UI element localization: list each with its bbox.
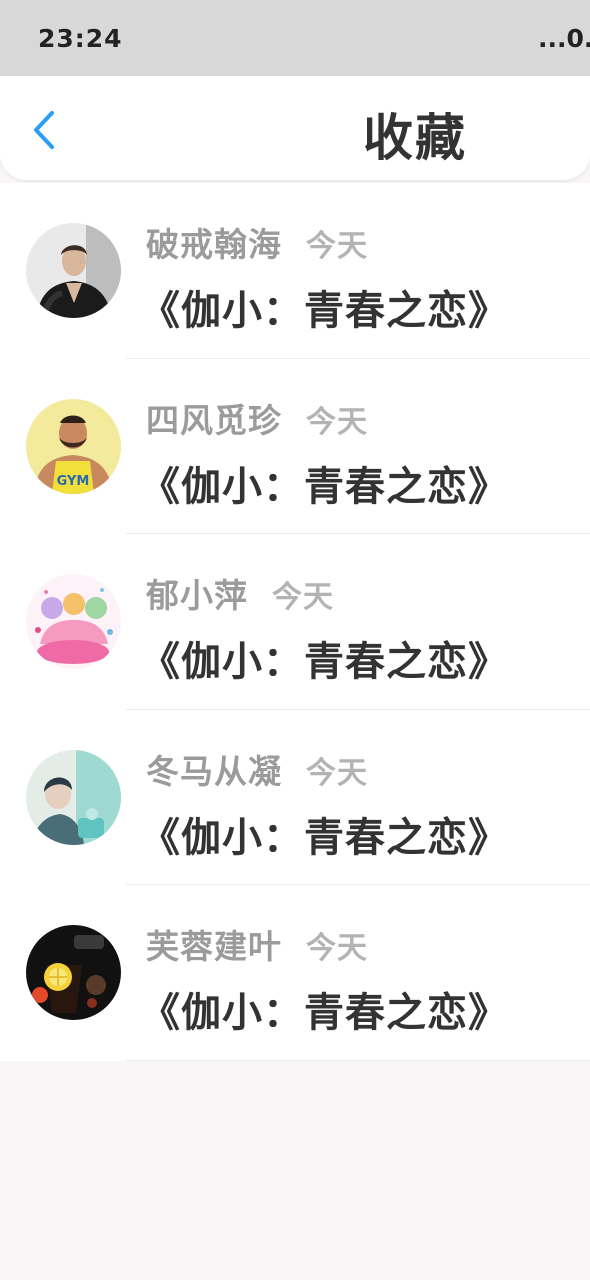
avatar[interactable] xyxy=(26,749,121,845)
favorites-screen: 23:24 ...0. 收藏 破戒翰海 今天 《伽小：青春之恋》 GYM 四风觅… xyxy=(0,0,590,1280)
favorites-list: 破戒翰海今天 《伽小：青春之恋》 GYM 四风觅珍今天 《伽小：青春之恋》 xyxy=(0,183,590,1061)
user-name: 芙蓉建叶 今天 xyxy=(146,920,368,968)
svg-text:GYM: GYM xyxy=(57,474,90,489)
avatar-teal-photo-image xyxy=(26,749,121,845)
navigation-bar: 收藏 xyxy=(0,76,590,180)
item-title: 《伽小：青春之恋》 xyxy=(140,639,509,686)
avatar-lemon-drink-image xyxy=(26,925,121,1021)
user-name: 破戒翰海 今天 xyxy=(146,218,368,266)
page-title: 收藏 xyxy=(363,109,467,167)
list-item[interactable]: GYM 四风觅珍 今天 《伽小：青春之恋》 xyxy=(0,359,590,535)
list-item[interactable]: 冬马从凝 今天 《伽小：青春之恋》 xyxy=(0,710,590,886)
divider xyxy=(126,1059,590,1061)
list-item[interactable]: 郁小萍 今天 《伽小：青春之恋》 xyxy=(0,534,590,710)
list-item[interactable]: 破戒翰海 今天 《伽小：青春之恋》 xyxy=(0,183,590,359)
user-name: 四风觅珍 今天 xyxy=(146,394,368,442)
user-name: 郁小萍 今天 xyxy=(146,569,334,617)
avatar[interactable] xyxy=(26,223,121,318)
item-title: 《伽小：青春之恋》 xyxy=(140,990,509,1037)
avatar-man-dark-image xyxy=(26,223,121,318)
status-bar: 23:24 ...0. xyxy=(0,0,590,76)
avatar[interactable] xyxy=(26,574,121,670)
status-indicators: ...0. xyxy=(538,24,590,53)
user-name-text: 郁小萍 xyxy=(146,576,248,616)
post-time: 今天 xyxy=(306,931,368,967)
user-name: 冬马从凝 今天 xyxy=(146,745,368,793)
user-name-text: 四风觅珍 xyxy=(146,400,282,440)
item-title: 《伽小：青春之恋》 xyxy=(140,288,509,334)
avatar[interactable]: GYM xyxy=(26,398,121,494)
post-time: 今天 xyxy=(272,580,334,616)
avatar-anime-girls-image xyxy=(26,574,121,670)
status-time: 23:24 xyxy=(38,24,123,53)
post-time: 今天 xyxy=(306,229,368,264)
list-item[interactable]: 芙蓉建叶 今天 《伽小：青春之恋》 xyxy=(0,885,590,1061)
user-name-text: 破戒翰海 xyxy=(146,225,282,264)
avatar-gym-man-image: GYM xyxy=(26,398,121,494)
post-time: 今天 xyxy=(306,755,368,791)
user-name-text: 冬马从凝 xyxy=(146,751,282,791)
item-title: 《伽小：青春之恋》 xyxy=(140,463,509,510)
post-time: 今天 xyxy=(306,404,368,440)
item-title: 《伽小：青春之恋》 xyxy=(140,814,509,861)
user-name-text: 芙蓉建叶 xyxy=(146,927,282,967)
avatar[interactable] xyxy=(26,925,121,1021)
